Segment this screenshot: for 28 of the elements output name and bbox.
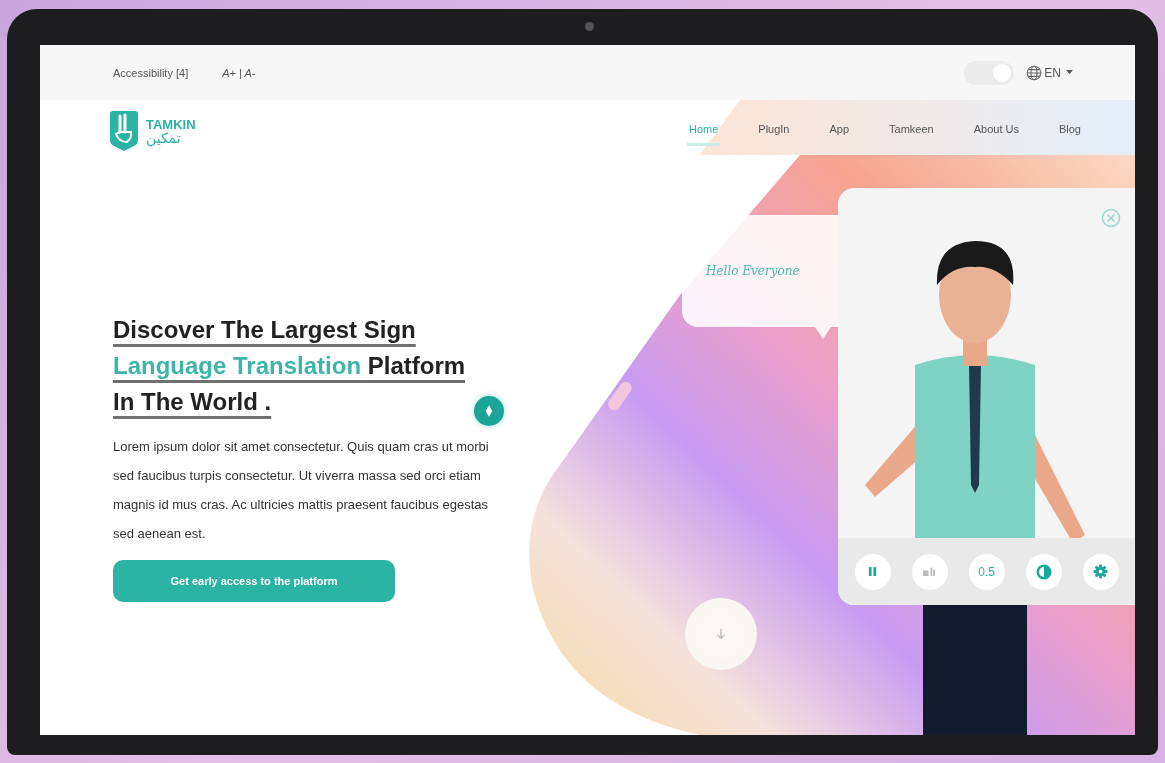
brand-name: TAMKIN	[146, 117, 196, 131]
nav-link[interactable]: About Us	[971, 116, 1021, 146]
pen-nib-icon	[484, 404, 494, 418]
globe-icon[interactable]	[1026, 64, 1043, 81]
pause-icon	[867, 566, 878, 577]
contrast-icon	[1035, 563, 1052, 580]
caret-icon	[1066, 70, 1073, 75]
hero-heading: Discover The Largest Sign Language Translation Platform In The World .	[113, 315, 466, 417]
hand-logo-icon	[107, 110, 141, 152]
brand-name-arabic: تمكين	[146, 130, 182, 145]
nav-link[interactable]: PlugIn	[756, 116, 792, 146]
arrow-down-icon	[714, 627, 728, 641]
nav-link[interactable]: App	[827, 116, 852, 146]
camera-dot	[585, 22, 594, 31]
sign-button[interactable]	[911, 553, 948, 590]
pause-button[interactable]	[854, 553, 891, 590]
settings-icon	[1093, 564, 1108, 579]
speech-text: Hello Everyone	[706, 264, 800, 278]
font-size-controls[interactable]: A+ | A-	[222, 66, 256, 79]
nav-link[interactable]: Tamkeen	[887, 116, 936, 146]
nav-link[interactable]: Blog	[1056, 116, 1083, 146]
hand-sign-icon	[922, 566, 937, 577]
hero-paragraph: Lorem ipsum dolor sit amet consectetur. Quis quam cras ut morbi sed faucibus turpis consectetur. Ut viverra massa sed orci etiam magnis id mus cras. Ac ultricies mattis praesent faucibus egestas sed aenean est.	[113, 438, 490, 543]
settings-button[interactable]	[1082, 553, 1119, 590]
contrast-button[interactable]	[1025, 553, 1062, 590]
language-selector[interactable]: EN	[1042, 65, 1073, 80]
accessibility-label[interactable]: Accessibility [4]	[113, 66, 189, 79]
pen-nib-button[interactable]	[474, 396, 504, 426]
